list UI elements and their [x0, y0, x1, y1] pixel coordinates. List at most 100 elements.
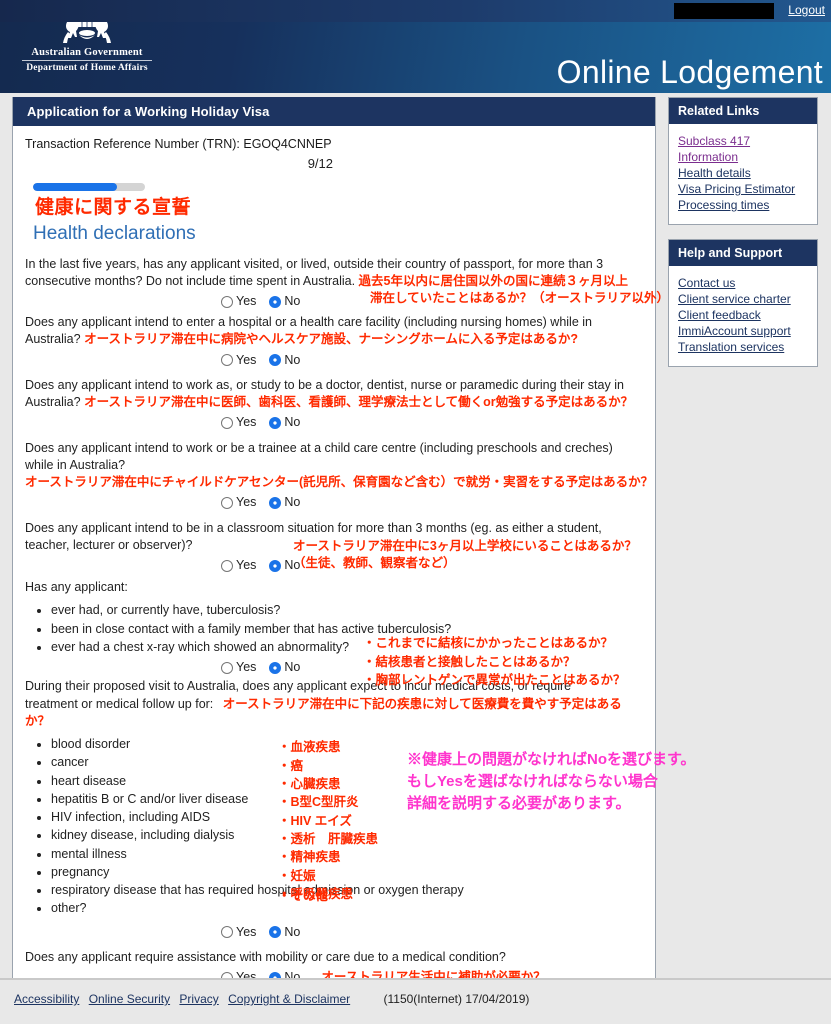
panel-body: Transaction Reference Number (TRN): EGOQ…: [13, 126, 696, 1001]
related-links-list: Subclass 417 Information Health details …: [669, 124, 817, 224]
question-jp-note: 過去5年以内に居住国以外の国に連続３ヶ月以上: [358, 273, 628, 288]
radio-yes[interactable]: [221, 661, 233, 674]
help-and-support-heading: Help and Support: [669, 240, 817, 266]
sidebar-link-client-feedback[interactable]: Client feedback: [678, 308, 817, 322]
question-block-classroom: Does any applicant intend to be in a cla…: [25, 520, 643, 574]
related-links-heading: Related Links: [669, 98, 817, 124]
help-and-support-list: Contact us Client service charter Client…: [669, 266, 817, 366]
sidebar-link-processing-times[interactable]: Processing times: [678, 198, 817, 212]
radio-group-classroom[interactable]: Yes No: [25, 557, 310, 574]
tb-jp-notes: ・これまでに結核にかかったことはあるか？ ・結核患者と接触したことはあるか？ ・…: [363, 634, 626, 689]
tb-jp-note-3: ・胸部レントゲンで異常が出たことはあるか？: [363, 673, 626, 688]
question-block-childcare: Does any applicant intend to work or be …: [25, 440, 653, 512]
medical-jp-note-4: ・B型C型肝炎: [278, 795, 359, 810]
redacted-username-box: [674, 3, 774, 19]
section-title-japanese: 健康に関する宣誓: [35, 197, 192, 219]
radio-no-label[interactable]: No: [284, 293, 300, 310]
radio-yes[interactable]: [221, 559, 233, 572]
sidebar-link-client-service-charter[interactable]: Client service charter: [678, 292, 817, 306]
tb-lead-text: Has any applicant:: [25, 580, 128, 595]
medical-jp-note-3: ・心臓疾患: [278, 776, 341, 791]
radio-no[interactable]: [269, 661, 282, 674]
radio-no-label[interactable]: No: [284, 494, 300, 511]
radio-no[interactable]: [269, 926, 282, 939]
progress-bar-fill: [33, 183, 117, 192]
medical-jp-note-7: ・精神疾患: [278, 850, 341, 865]
radio-yes-label[interactable]: Yes: [236, 293, 256, 310]
question-jp-note-line1: オーストラリア滞在中に3ヶ月以上学校にいることはあるか？: [293, 539, 637, 554]
pink-note-line-3: 詳細を説明する必要があります。: [407, 794, 631, 812]
question-block-medical-profession: Does any applicant intend to work as, or…: [25, 377, 643, 432]
radio-yes[interactable]: [221, 417, 233, 429]
radio-no-label[interactable]: No: [284, 352, 300, 369]
medical-jp-note-2: ・癌: [278, 758, 304, 773]
footer-link-copyright-disclaimer[interactable]: Copyright & Disclaimer: [228, 992, 350, 1006]
radio-yes[interactable]: [221, 926, 233, 939]
tb-jp-note-1: ・これまでに結核にかかったことはあるか？: [363, 636, 614, 651]
radio-no-label[interactable]: No: [284, 414, 300, 431]
radio-yes[interactable]: [221, 295, 233, 308]
sidebar-link-subclass-417[interactable]: Subclass 417: [678, 134, 817, 148]
radio-yes[interactable]: [221, 497, 233, 509]
radio-yes-label[interactable]: Yes: [236, 352, 256, 369]
sidebar-link-translation-services[interactable]: Translation services: [678, 340, 817, 354]
question-block-travel-history: In the last five years, has any applican…: [25, 256, 669, 310]
crest-line-1: Australian Government: [22, 46, 152, 61]
footer-link-online-security[interactable]: Online Security: [89, 992, 170, 1006]
radio-no-label[interactable]: No: [284, 924, 300, 941]
logout-link[interactable]: Logout: [788, 3, 825, 17]
tb-jp-note-2: ・結核患者と接触したことはあるか？: [363, 654, 576, 669]
question-en: Does any applicant intend to work or be …: [25, 440, 613, 472]
question-text: Does any applicant require assistance wi…: [25, 949, 506, 964]
panel-heading: Application for a Working Holiday Visa: [13, 97, 655, 126]
radio-group-medical-costs[interactable]: Yes No: [25, 924, 643, 941]
radio-yes-label[interactable]: Yes: [236, 557, 256, 574]
related-links-box: Related Links Subclass 417 Information H…: [668, 97, 818, 225]
medical-lead-line2-row: treatment or medical follow up for: オースト…: [25, 696, 643, 731]
question-jp-note-line2: 滞在していたことはあるか？（オーストラリア以外）: [370, 291, 670, 306]
radio-no[interactable]: [269, 295, 282, 308]
question-text: In the last five years, has any applican…: [25, 256, 643, 291]
radio-group-travel-history[interactable]: Yes No: [25, 293, 310, 310]
sidebar-link-visa-pricing-estimator[interactable]: Visa Pricing Estimator: [678, 182, 817, 196]
radio-group-hospital[interactable]: Yes No: [25, 352, 643, 369]
banner-title: Online Lodgement: [556, 54, 823, 90]
radio-group-medical-profession[interactable]: Yes No: [25, 414, 643, 431]
sidebar-link-immiaccount-support[interactable]: ImmiAccount support: [678, 324, 817, 338]
list-item: ever had, or currently have, tuberculosi…: [51, 602, 643, 619]
radio-yes-label[interactable]: Yes: [236, 659, 256, 676]
page-root: Logout Australian Government Department …: [0, 0, 831, 1024]
medical-jp-note-1: ・血液疾患: [278, 740, 341, 755]
sidebar-link-health-details[interactable]: Health details: [678, 166, 817, 180]
radio-no[interactable]: [269, 417, 282, 429]
sidebar: Related Links Subclass 417 Information H…: [668, 97, 818, 381]
radio-yes-label[interactable]: Yes: [236, 494, 256, 511]
sidebar-link-information[interactable]: Information: [678, 150, 817, 164]
footer-link-privacy[interactable]: Privacy: [179, 992, 218, 1006]
radio-no[interactable]: [269, 559, 282, 572]
medical-jp-note-8: ・妊娠: [278, 868, 316, 883]
question-jp-note-line2: （生徒、教師、観察者など）: [293, 556, 456, 571]
radio-no-label[interactable]: No: [284, 659, 300, 676]
radio-yes-label[interactable]: Yes: [236, 414, 256, 431]
pink-advice-note: ※健康上の問題がなければNoを選びます。 もしYesを選ばなければならない場合 …: [407, 749, 696, 814]
top-bar: Logout: [0, 0, 831, 22]
crest-line-2: Department of Home Affairs: [26, 63, 148, 73]
radio-yes-label[interactable]: Yes: [236, 924, 256, 941]
page-content: Application for a Working Holiday Visa T…: [0, 93, 831, 1024]
medical-jp-notes: ・血液疾患 ・癌 ・心臓疾患 ・B型C型肝炎 ・HIV エイズ ・透析 肝臓疾患…: [278, 738, 378, 903]
sidebar-link-contact-us[interactable]: Contact us: [678, 276, 817, 290]
footer-links: Accessibility Online Security Privacy Co…: [0, 980, 831, 1006]
footer-link-accessibility[interactable]: Accessibility: [14, 992, 79, 1006]
progress-bar: [33, 183, 145, 192]
medical-jp-note-other: ・その他: [278, 889, 329, 904]
question-jp-note: オーストラリア滞在中にチャイルドケアセンター(託児所、保育園など含む）で就労・実…: [25, 475, 654, 490]
radio-no[interactable]: [269, 497, 282, 509]
radio-yes[interactable]: [221, 354, 233, 367]
question-block-tuberculosis: Has any applicant: ever had, or currentl…: [25, 579, 643, 687]
help-and-support-box: Help and Support Contact us Client servi…: [668, 239, 818, 367]
question-text: Does any applicant intend to enter a hos…: [25, 314, 643, 349]
radio-group-childcare[interactable]: Yes No: [25, 494, 643, 511]
radio-no[interactable]: [269, 354, 282, 367]
section-title-english: Health declarations: [33, 223, 196, 245]
